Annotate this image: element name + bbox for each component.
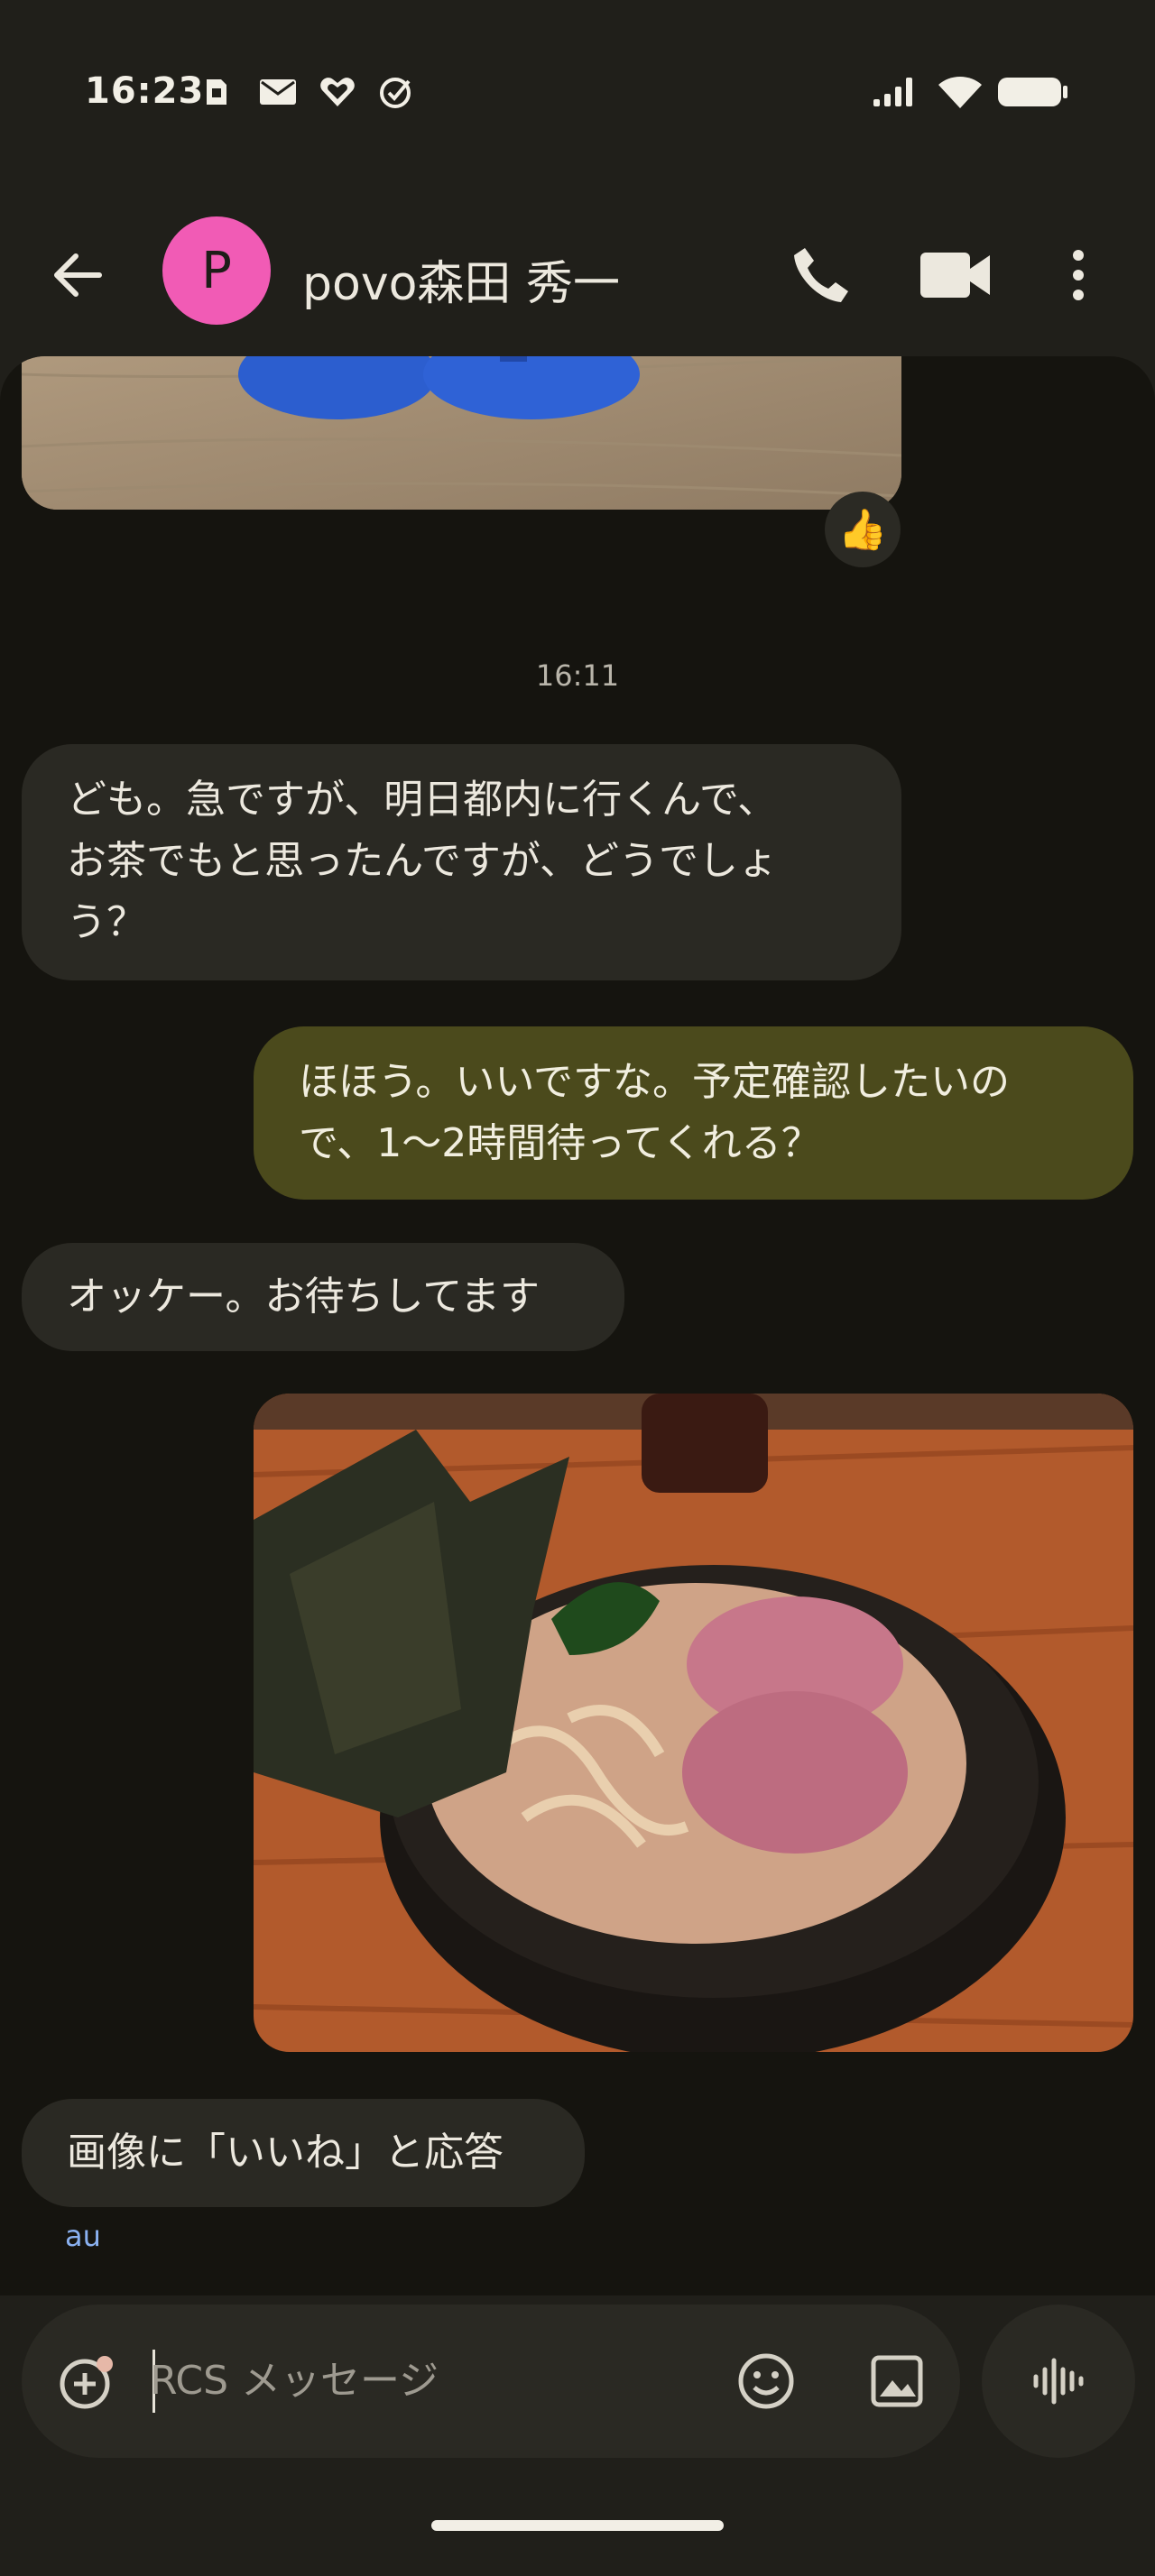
add-icon[interactable] <box>56 2350 119 2413</box>
carrier-label: au <box>65 2219 101 2253</box>
shared-photo-ramen[interactable] <box>254 1394 1133 2052</box>
shared-photo-previous[interactable] <box>22 356 901 510</box>
contact-name[interactable]: povo森田 秀一 <box>302 245 620 313</box>
message-bubble-outgoing[interactable]: ほほう。いいですな。予定確認したいの で、1〜2時間待ってくれる？ <box>254 1026 1133 1200</box>
gallery-icon[interactable] <box>865 2350 929 2413</box>
message-bubble-incoming[interactable]: オッケー。お待ちしてます <box>22 1243 624 1351</box>
message-line: お茶でもと思ったんですが、どうでしょ <box>67 838 779 884</box>
signal-icon <box>873 78 912 106</box>
message-line: オッケー。お待ちしてます <box>67 1274 541 1320</box>
message-line: で、1〜2時間待ってくれる？ <box>299 1120 821 1166</box>
gesture-bar[interactable] <box>431 2520 724 2531</box>
thumbs-up-emoji: 👍 <box>837 507 888 553</box>
status-bar: 16:23 <box>0 0 1155 189</box>
video-icon[interactable] <box>916 239 997 311</box>
message-composer[interactable]: RCS メッセージ <box>22 2305 960 2458</box>
heart-icon <box>320 78 355 106</box>
message-bubble-incoming[interactable]: 画像に「いいね」と応答 <box>22 2099 585 2207</box>
message-bubble-incoming[interactable]: ども。急ですが、明日都内に行くんで、 お茶でもと思ったんですが、どうでしょ う？ <box>22 744 901 980</box>
avatar-letter: P <box>201 241 232 300</box>
back-arrow-icon[interactable] <box>45 244 108 307</box>
message-line: ども。急ですが、明日都内に行くんで、 <box>67 777 778 823</box>
message-line: う？ <box>67 899 146 945</box>
message-line: ほほう。いいですな。予定確認したいの <box>299 1059 1011 1105</box>
mail-icon <box>260 79 296 105</box>
message-line: 画像に「いいね」と応答 <box>67 2130 504 2176</box>
battery-icon <box>998 78 1067 106</box>
check-circle-icon <box>380 78 411 108</box>
status-time: 16:23 <box>85 70 205 112</box>
voice-icon <box>1033 2358 1084 2405</box>
message-input[interactable]: RCS メッセージ <box>150 2341 709 2422</box>
conversation[interactable]: 👍 16:11 ども。急ですが、明日都内に行くんで、 お茶でもと思ったんですが、… <box>0 356 1155 2295</box>
more-vert-icon[interactable] <box>1056 239 1101 311</box>
wifi-icon <box>938 77 982 108</box>
message-timestamp: 16:11 <box>535 658 620 693</box>
phone-icon[interactable] <box>785 239 857 311</box>
emoji-icon[interactable] <box>735 2350 798 2413</box>
voice-message-button[interactable] <box>982 2305 1135 2458</box>
avatar[interactable]: P <box>162 216 271 325</box>
app-bar: P povo森田 秀一 <box>0 189 1155 361</box>
reaction-badge[interactable]: 👍 <box>825 492 901 567</box>
sim-icon <box>207 79 226 105</box>
